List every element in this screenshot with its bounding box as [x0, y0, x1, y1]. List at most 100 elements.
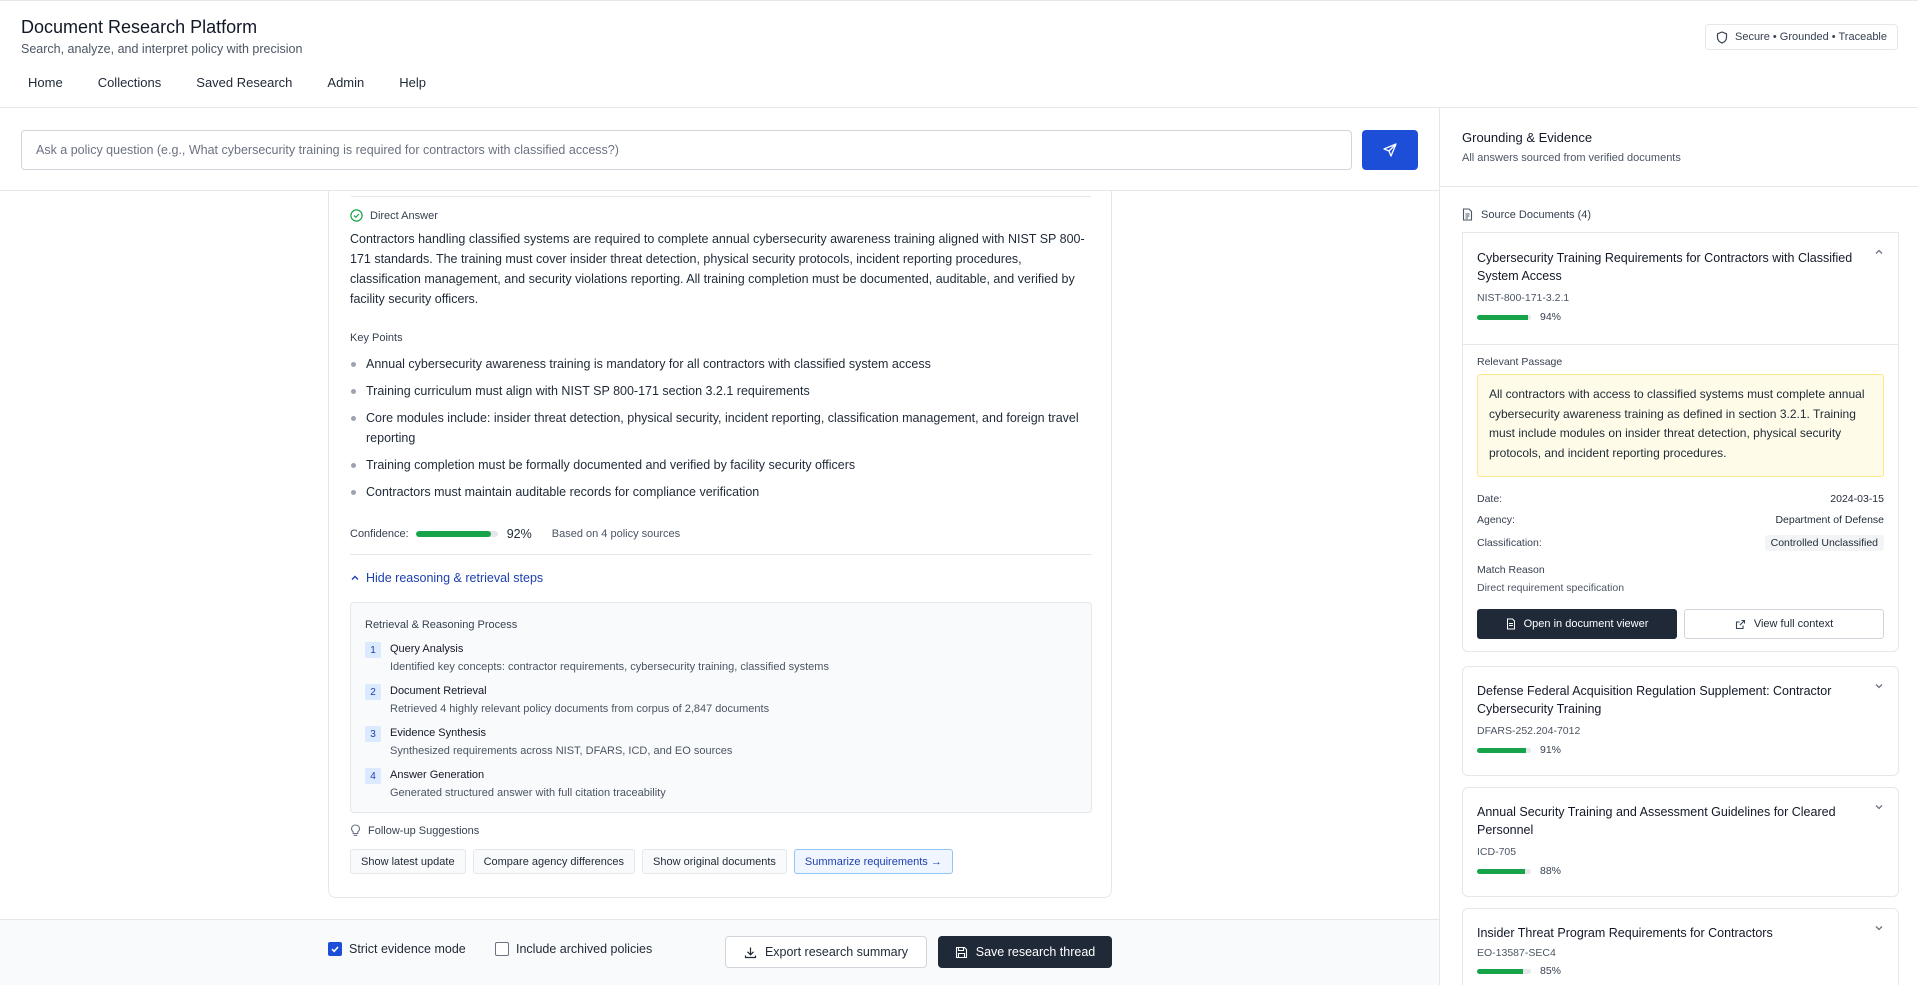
- send-button[interactable]: [1362, 130, 1418, 170]
- relevance-value: 91%: [1540, 744, 1562, 756]
- direct-answer-label-text: Direct Answer: [370, 209, 438, 222]
- relevance-value: 94%: [1540, 311, 1562, 323]
- step-title: Answer Generation: [390, 769, 485, 781]
- search-bar: [0, 108, 1439, 191]
- reasoning-panel: Retrieval & Reasoning Process 1 Query An…: [350, 602, 1092, 813]
- relevance-value: 85%: [1540, 965, 1562, 977]
- view-full-context-button[interactable]: View full context: [1684, 609, 1884, 639]
- meta-agency-label: Agency:: [1477, 514, 1515, 526]
- reasoning-title: Retrieval & Reasoning Process: [365, 619, 518, 631]
- export-summary-button[interactable]: Export research summary: [725, 936, 927, 968]
- relevance-bar-fill: [1477, 747, 1527, 753]
- open-document-viewer-button[interactable]: Open in document viewer: [1477, 609, 1677, 639]
- document-title[interactable]: Cybersecurity Training Requirements for …: [1477, 249, 1857, 285]
- followup-label-text: Follow-up Suggestions: [368, 824, 480, 837]
- app-subtitle: Search, analyze, and interpret policy wi…: [21, 42, 303, 56]
- toggle-reasoning-button[interactable]: Hide reasoning & retrieval steps: [350, 571, 543, 585]
- source-documents-label-text: Source Documents (4): [1481, 208, 1592, 221]
- evidence-header: Grounding & Evidence All answers sourced…: [1440, 108, 1918, 187]
- key-point: Training curriculum must align with NIST…: [350, 381, 1092, 401]
- send-icon: [1383, 143, 1397, 157]
- relevance-score: 85%: [1477, 965, 1561, 977]
- reasoning-step: 4 Answer Generation Generated structured …: [365, 767, 666, 801]
- chevron-down-icon[interactable]: [1874, 923, 1884, 933]
- toggle-reasoning-label: Hide reasoning & retrieval steps: [366, 571, 544, 585]
- key-point: Contractors must maintain auditable reco…: [350, 482, 1092, 502]
- step-description: Retrieved 4 highly relevant policy docum…: [390, 703, 770, 715]
- match-reason-value: Direct requirement specification: [1477, 582, 1625, 594]
- confidence-bar: [415, 531, 498, 537]
- chevron-up-icon: [351, 575, 359, 580]
- followup-label: Follow-up Suggestions: [350, 824, 479, 837]
- strict-evidence-checkbox[interactable]: Strict evidence mode: [328, 942, 466, 956]
- step-description: Generated structured answer with full ci…: [390, 787, 666, 799]
- confidence-value: 92%: [506, 527, 532, 541]
- chevron-down-icon[interactable]: [1874, 681, 1884, 691]
- relevance-bar: [1477, 868, 1531, 874]
- bottom-action-bar: Strict evidence mode Include archived po…: [0, 919, 1439, 985]
- key-point: Annual cybersecurity awareness training …: [350, 354, 1092, 374]
- nav-collections[interactable]: Collections: [86, 71, 174, 94]
- checkbox-checked[interactable]: [328, 942, 342, 956]
- source-document-card[interactable]: Defense Federal Acquisition Regulation S…: [1462, 666, 1899, 776]
- meta-agency-value: Department of Defense: [1775, 514, 1884, 526]
- nav-saved-research[interactable]: Saved Research: [184, 71, 304, 94]
- source-document-card[interactable]: Annual Security Training and Assessment …: [1462, 787, 1899, 897]
- search-input[interactable]: [21, 130, 1352, 170]
- chip-summarize-requirements[interactable]: Summarize requirements →: [793, 849, 953, 874]
- meta-classification: Classification: Controlled Unclassified: [1477, 535, 1884, 551]
- view-full-context-label: View full context: [1753, 618, 1834, 630]
- chip-compare-agency-differences[interactable]: Compare agency differences: [472, 849, 636, 874]
- chevron-up-icon[interactable]: [1874, 247, 1884, 257]
- step-number: 4: [365, 768, 381, 784]
- relevance-score: 91%: [1477, 744, 1561, 756]
- save-icon: [955, 946, 967, 958]
- reasoning-step: 2 Document Retrieval Retrieved 4 highly r…: [365, 683, 769, 717]
- nav-help[interactable]: Help: [387, 71, 438, 94]
- document-icon: [1506, 618, 1515, 630]
- meta-date-label: Date:: [1477, 493, 1503, 505]
- meta-agency: Agency: Department of Defense: [1477, 514, 1884, 526]
- chip-show-latest-update[interactable]: Show latest update: [350, 849, 466, 874]
- answer-card: Direct Answer Contractors handling class…: [328, 191, 1112, 898]
- nav-admin[interactable]: Admin: [315, 71, 376, 94]
- step-description: Synthesized requirements across NIST, DF…: [390, 745, 733, 757]
- step-title: Document Retrieval: [390, 685, 487, 697]
- app-header: Document Research Platform Search, analy…: [0, 1, 1918, 108]
- direct-answer-text: Contractors handling classified systems …: [350, 232, 1085, 306]
- secure-badge: Secure • Grounded • Traceable: [1704, 24, 1898, 50]
- document-title[interactable]: Insider Threat Program Requirements for …: [1477, 924, 1857, 942]
- reasoning-step: 1 Query Analysis Identified key concepts:…: [365, 641, 829, 675]
- save-thread-button[interactable]: Save research thread: [938, 936, 1112, 968]
- divider: [350, 554, 1092, 555]
- relevance-bar: [1477, 968, 1531, 974]
- main-content: Direct Answer Contractors handling class…: [0, 108, 1439, 985]
- relevance-bar: [1477, 747, 1531, 753]
- include-archived-checkbox[interactable]: Include archived policies: [495, 942, 652, 956]
- nav-home[interactable]: Home: [16, 71, 75, 94]
- include-archived-label: Include archived policies: [516, 942, 653, 956]
- reasoning-step: 3 Evidence Synthesis Synthesized requirem…: [365, 725, 732, 759]
- followup-chips: Show latest update Compare agency differ…: [350, 849, 960, 874]
- source-documents-label: Source Documents (4): [1462, 208, 1591, 221]
- confidence-bar-fill: [415, 531, 492, 537]
- document-title[interactable]: Annual Security Training and Assessment …: [1477, 803, 1857, 839]
- document-title[interactable]: Defense Federal Acquisition Regulation S…: [1477, 682, 1857, 718]
- chevron-down-icon[interactable]: [1874, 802, 1884, 812]
- source-document-card[interactable]: Cybersecurity Training Requirements for …: [1462, 232, 1899, 652]
- checkbox-unchecked[interactable]: [495, 942, 509, 956]
- lightbulb-icon: [350, 824, 361, 836]
- check-circle-icon: [350, 209, 363, 222]
- step-description: Identified key concepts: contractor requ…: [390, 661, 829, 673]
- step-title: Query Analysis: [390, 643, 464, 655]
- key-point: Training completion must be formally doc…: [350, 455, 1092, 475]
- key-points-label: Key Points: [350, 332, 403, 344]
- direct-answer-label: Direct Answer: [350, 209, 438, 222]
- card-divider: [351, 196, 1091, 197]
- document-id: ICD-705: [1477, 846, 1517, 858]
- source-document-card[interactable]: Insider Threat Program Requirements for …: [1462, 908, 1899, 985]
- app-title: Document Research Platform: [21, 17, 258, 37]
- meta-date-value: 2024-03-15: [1830, 493, 1884, 505]
- divider: [1463, 344, 1898, 345]
- chip-show-original-documents[interactable]: Show original documents: [642, 849, 787, 874]
